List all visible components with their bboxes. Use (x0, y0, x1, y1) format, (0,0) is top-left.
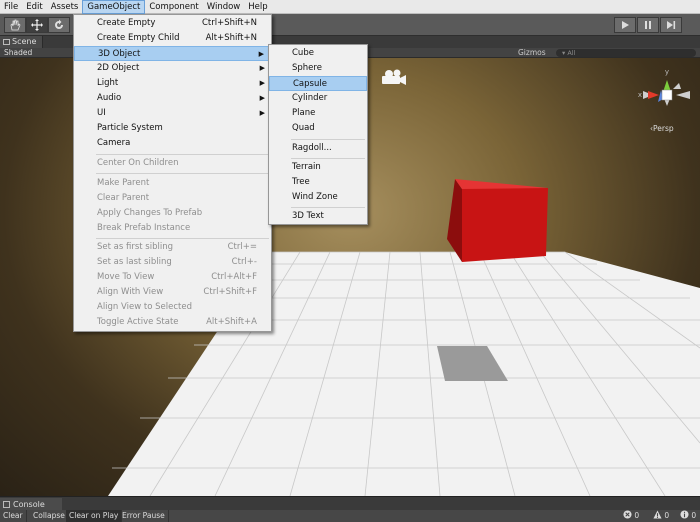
menu-item-toggle-active-state[interactable]: Toggle Active State Alt+Shift+A (74, 315, 271, 330)
submenu-item-terrain[interactable]: Terrain (269, 160, 367, 175)
menu-component[interactable]: Component (145, 0, 202, 14)
menu-help[interactable]: Help (244, 0, 271, 14)
pause-icon (645, 21, 651, 29)
menu-gameobject[interactable]: GameObject (82, 0, 146, 14)
menu-item-3d-object[interactable]: 3D Object ▶ (74, 46, 271, 61)
menu-item-align-view-to-selected[interactable]: Align View to Selected (74, 300, 271, 315)
menu-window[interactable]: Window (203, 0, 245, 14)
submenu-item-3d-text[interactable]: 3D Text (269, 209, 367, 224)
console-toolbar: Clear Collapse Clear on Play Error Pause… (0, 510, 700, 522)
shading-mode-dropdown[interactable]: Shaded (4, 48, 32, 58)
submenu-arrow-icon: ▶ (259, 79, 265, 87)
menu-item-clear-parent[interactable]: Clear Parent (74, 191, 271, 206)
scene-tab[interactable]: Scene (0, 36, 44, 48)
console-clear-on-play-button[interactable]: Clear on Play (66, 510, 123, 522)
submenu-item-tree[interactable]: Tree (269, 175, 367, 190)
submenu-arrow-icon: ▶ (259, 64, 265, 72)
submenu-item-quad[interactable]: Quad (269, 121, 367, 136)
gizmos-dropdown[interactable]: Gizmos (518, 48, 546, 58)
menu-item-center-on-children[interactable]: Center On Children (74, 156, 271, 171)
rotate-tool-button[interactable] (48, 17, 70, 33)
menu-edit[interactable]: Edit (22, 0, 46, 14)
3d-object-submenu: Cube Sphere Capsule Cylinder Plane Quad … (268, 44, 368, 225)
menu-item-move-to-view[interactable]: Move To View Ctrl+Alt+F (74, 270, 271, 285)
submenu-item-plane[interactable]: Plane (269, 106, 367, 121)
error-icon (623, 510, 632, 519)
hand-icon (10, 19, 21, 31)
message-count[interactable]: 0 (680, 510, 696, 522)
menu-item-camera[interactable]: Camera (74, 136, 271, 151)
menu-item-set-as-first-sibling[interactable]: Set as first sibling Ctrl+= (74, 240, 271, 255)
submenu-item-capsule[interactable]: Capsule (269, 76, 367, 91)
menu-bar: File Edit Assets GameObject Component Wi… (0, 0, 700, 14)
scene-icon (3, 39, 10, 45)
menu-separator (96, 154, 269, 155)
submenu-arrow-icon: ▶ (258, 50, 264, 58)
gameobject-menu: Create Empty Ctrl+Shift+N Create Empty Ch… (73, 14, 272, 332)
console-tab-label: Console (13, 500, 45, 509)
menu-item-align-with-view[interactable]: Align With View Ctrl+Shift+F (74, 285, 271, 300)
perspective-label[interactable]: ‹Persp (650, 124, 674, 133)
scene-search-input[interactable]: ▾ All (556, 49, 696, 57)
console-icon (3, 501, 10, 508)
menu-item-make-parent[interactable]: Make Parent (74, 176, 271, 191)
scene-tab-label: Scene (12, 37, 37, 46)
menu-separator (291, 158, 365, 159)
warning-icon (653, 510, 662, 519)
pause-button[interactable] (637, 17, 659, 33)
rotate-icon (55, 19, 63, 29)
step-button[interactable] (660, 17, 682, 33)
red-cube[interactable] (447, 179, 548, 262)
gizmo-y-label: y (665, 68, 669, 76)
gizmo-x-label: x (638, 91, 642, 99)
play-icon (622, 21, 629, 29)
menu-item-audio[interactable]: Audio ▶ (74, 91, 271, 106)
console-error-pause-button[interactable]: Error Pause (119, 510, 169, 522)
menu-item-particle-system[interactable]: Particle System (74, 121, 271, 136)
move-tool-button[interactable] (26, 17, 48, 33)
submenu-arrow-icon: ▶ (259, 109, 265, 117)
menu-item-apply-changes-to-prefab[interactable]: Apply Changes To Prefab (74, 206, 271, 221)
info-icon (680, 510, 689, 519)
menu-item-break-prefab-instance[interactable]: Break Prefab Instance (74, 221, 271, 236)
menu-separator (291, 139, 365, 140)
menu-item-create-empty[interactable]: Create Empty Ctrl+Shift+N (74, 16, 271, 31)
submenu-item-wind-zone[interactable]: Wind Zone (269, 190, 367, 205)
submenu-item-sphere[interactable]: Sphere (269, 61, 367, 76)
warning-count[interactable]: 0 (653, 510, 669, 522)
submenu-item-cylinder[interactable]: Cylinder (269, 91, 367, 106)
move-icon (31, 19, 43, 31)
error-count[interactable]: 0 (623, 510, 639, 522)
step-icon (667, 21, 676, 29)
play-button[interactable] (614, 17, 636, 33)
menu-item-2d-object[interactable]: 2D Object ▶ (74, 61, 271, 76)
camera-icon (382, 69, 406, 85)
menu-separator (96, 238, 269, 239)
menu-file[interactable]: File (0, 0, 22, 14)
submenu-item-cube[interactable]: Cube (269, 46, 367, 61)
submenu-item-ragdoll[interactable]: Ragdoll... (269, 141, 367, 156)
menu-separator (291, 207, 365, 208)
hand-tool-button[interactable] (4, 17, 26, 33)
menu-item-ui[interactable]: UI ▶ (74, 106, 271, 121)
orientation-gizmo[interactable] (643, 80, 690, 106)
console-tab-row: Console (0, 496, 700, 511)
console-collapse-button[interactable]: Collapse (30, 510, 69, 522)
menu-assets[interactable]: Assets (47, 0, 83, 14)
menu-item-set-as-last-sibling[interactable]: Set as last sibling Ctrl+- (74, 255, 271, 270)
console-clear-button[interactable]: Clear (0, 510, 27, 522)
menu-separator (96, 173, 269, 174)
menu-item-create-empty-child[interactable]: Create Empty Child Alt+Shift+N (74, 31, 271, 46)
menu-item-light[interactable]: Light ▶ (74, 76, 271, 91)
submenu-arrow-icon: ▶ (259, 94, 265, 102)
